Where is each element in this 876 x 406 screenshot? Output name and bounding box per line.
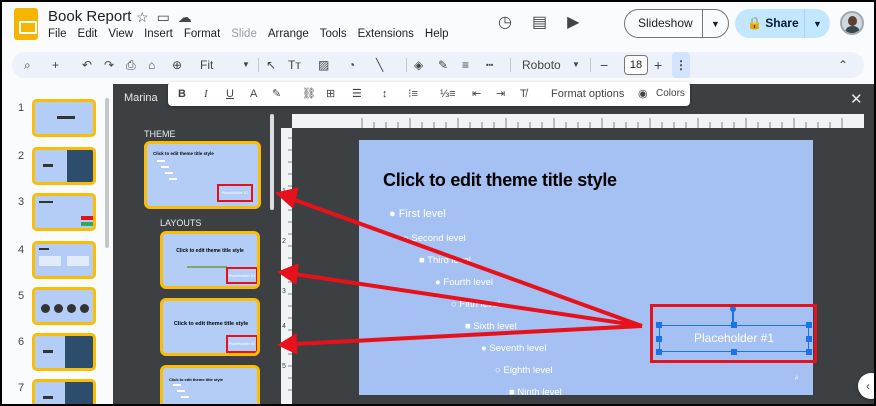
- annotation-arrow-line: [293, 272, 643, 328]
- annotation-arrowhead: [276, 333, 298, 355]
- annotation-arrowhead: [274, 187, 299, 209]
- app-window: Book Report ☆ ▭ ☁ File Edit View Insert …: [0, 0, 876, 406]
- annotation-arrow-line: [293, 324, 643, 346]
- annotation-arrows: [274, 187, 643, 355]
- annotation-arrowhead: [276, 263, 299, 285]
- annotation-arrow-line: [291, 197, 643, 328]
